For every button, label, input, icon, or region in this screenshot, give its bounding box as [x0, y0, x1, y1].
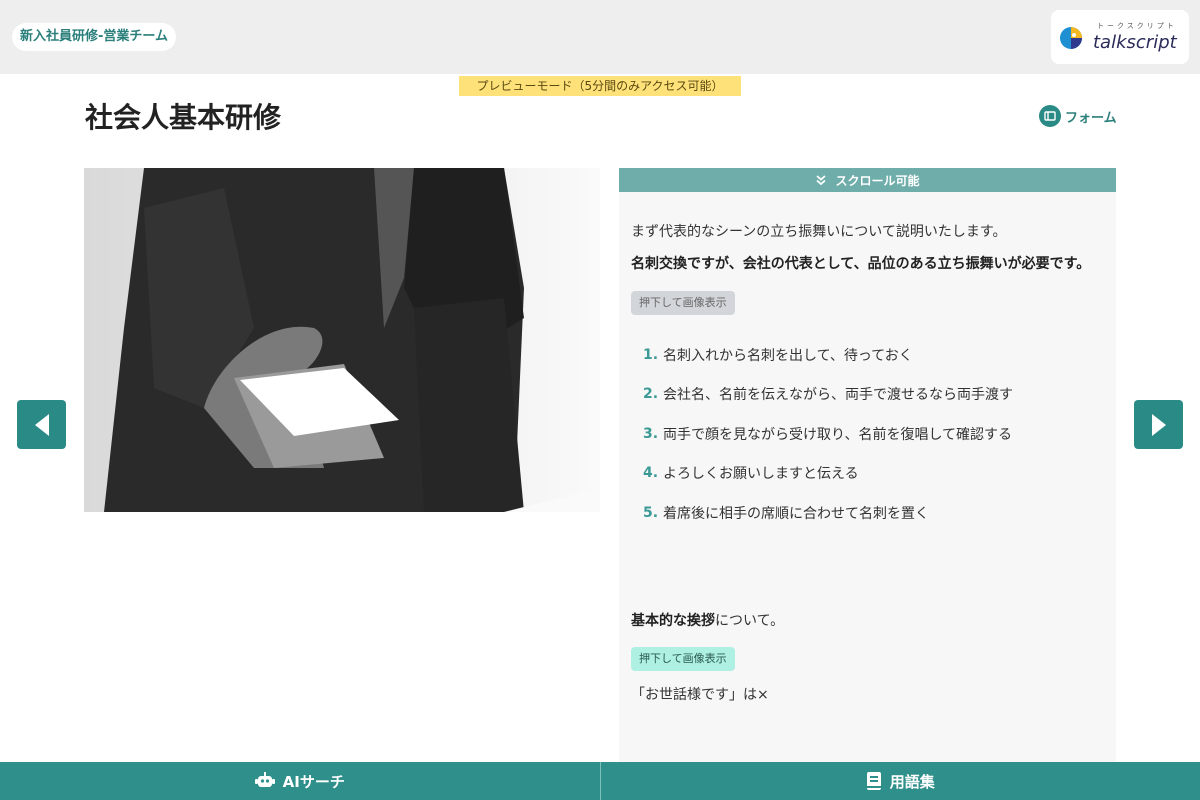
greeting-quote: 「お世話様です」は×	[631, 686, 769, 703]
book-icon	[866, 772, 881, 790]
ai-search-button[interactable]: AIサーチ	[0, 762, 600, 800]
list-item: 5. 着席後に相手の席順に合わせて名刺を置く	[631, 493, 1104, 533]
business-card-photo	[84, 168, 600, 512]
step-number: 1.	[643, 346, 659, 363]
steps-list: 1. 名刺入れから名刺を出して、待っておく 2. 会社名、名前を伝えながら、両手で渡…	[631, 335, 1104, 533]
glossary-label: 用語集	[889, 772, 935, 791]
step-text: 着席後に相手の席順に合わせて名刺を置く	[663, 505, 929, 522]
greeting-bold: 基本的な挨拶	[631, 612, 715, 629]
list-item: 2. 会社名、名前を伝えながら、両手で渡せるなら両手渡す	[631, 375, 1104, 415]
previous-slide-button[interactable]	[17, 400, 66, 449]
page-title: 社会人基本研修	[85, 101, 282, 134]
emphasis-text: 名刺交換ですが、会社の代表として、品位のある立ち振舞いが必要です。	[631, 256, 1091, 272]
top-bar: 新入社員研修-営業チーム トークスクリプト talkscript	[0, 0, 1200, 74]
step-number: 4.	[643, 465, 659, 482]
list-item: 3. 両手で顔を見ながら受け取り、名前を復唱して確認する	[631, 414, 1104, 454]
greeting-rest: について。	[715, 612, 785, 629]
next-slide-button[interactable]	[1134, 400, 1183, 449]
step-text: 会社名、名前を伝えながら、両手で渡せるなら両手渡す	[663, 387, 1013, 404]
preview-mode-banner: プレビューモード（5分間のみアクセス可能）	[459, 76, 741, 96]
logo-kana: トークスクリプト	[1097, 22, 1177, 30]
step-number: 2.	[643, 386, 659, 403]
bottom-bar: AIサーチ 用語集	[0, 762, 1200, 800]
logo-text: talkscript	[1093, 32, 1178, 53]
step-number: 3.	[643, 425, 659, 442]
arrow-left-icon	[34, 413, 49, 436]
form-link-label: フォーム	[1065, 110, 1117, 126]
form-icon	[1039, 105, 1061, 127]
team-label: 新入社員研修-営業チーム	[12, 23, 177, 51]
greeting-heading: 基本的な挨拶について。	[631, 609, 1104, 633]
intro-text: まず代表的なシーンの立ち振舞いについて説明いたします。	[631, 224, 1007, 240]
talkscript-logo: トークスクリプト talkscript	[1051, 10, 1189, 64]
scroll-hint-label: スクロール可能	[835, 173, 920, 188]
form-link[interactable]: フォーム	[1039, 104, 1117, 128]
scroll-hint: スクロール可能	[619, 168, 1116, 192]
list-item: 1. 名刺入れから名刺を出して、待っておく	[631, 335, 1104, 375]
step-text: よろしくお願いしますと伝える	[663, 466, 859, 483]
script-panel[interactable]: スクロール可能 まず代表的なシーンの立ち振舞いについて説明いたします。 名刺交換…	[619, 168, 1116, 762]
step-text: 両手で顔を見ながら受け取り、名前を復唱して確認する	[663, 426, 1013, 443]
show-image-button-1[interactable]: 押下して画像表示	[631, 291, 735, 315]
glossary-button[interactable]: 用語集	[601, 762, 1200, 800]
robot-icon	[254, 772, 275, 787]
show-image-button-2[interactable]: 押下して画像表示	[631, 646, 735, 671]
step-number: 5.	[643, 504, 659, 521]
double-chevron-down-icon	[816, 175, 827, 186]
step-text: 名刺入れから名刺を出して、待っておく	[663, 347, 913, 364]
arrow-right-icon	[1151, 413, 1166, 436]
list-item: 4. よろしくお願いしますと伝える	[631, 454, 1104, 494]
ai-search-label: AIサーチ	[282, 772, 345, 791]
